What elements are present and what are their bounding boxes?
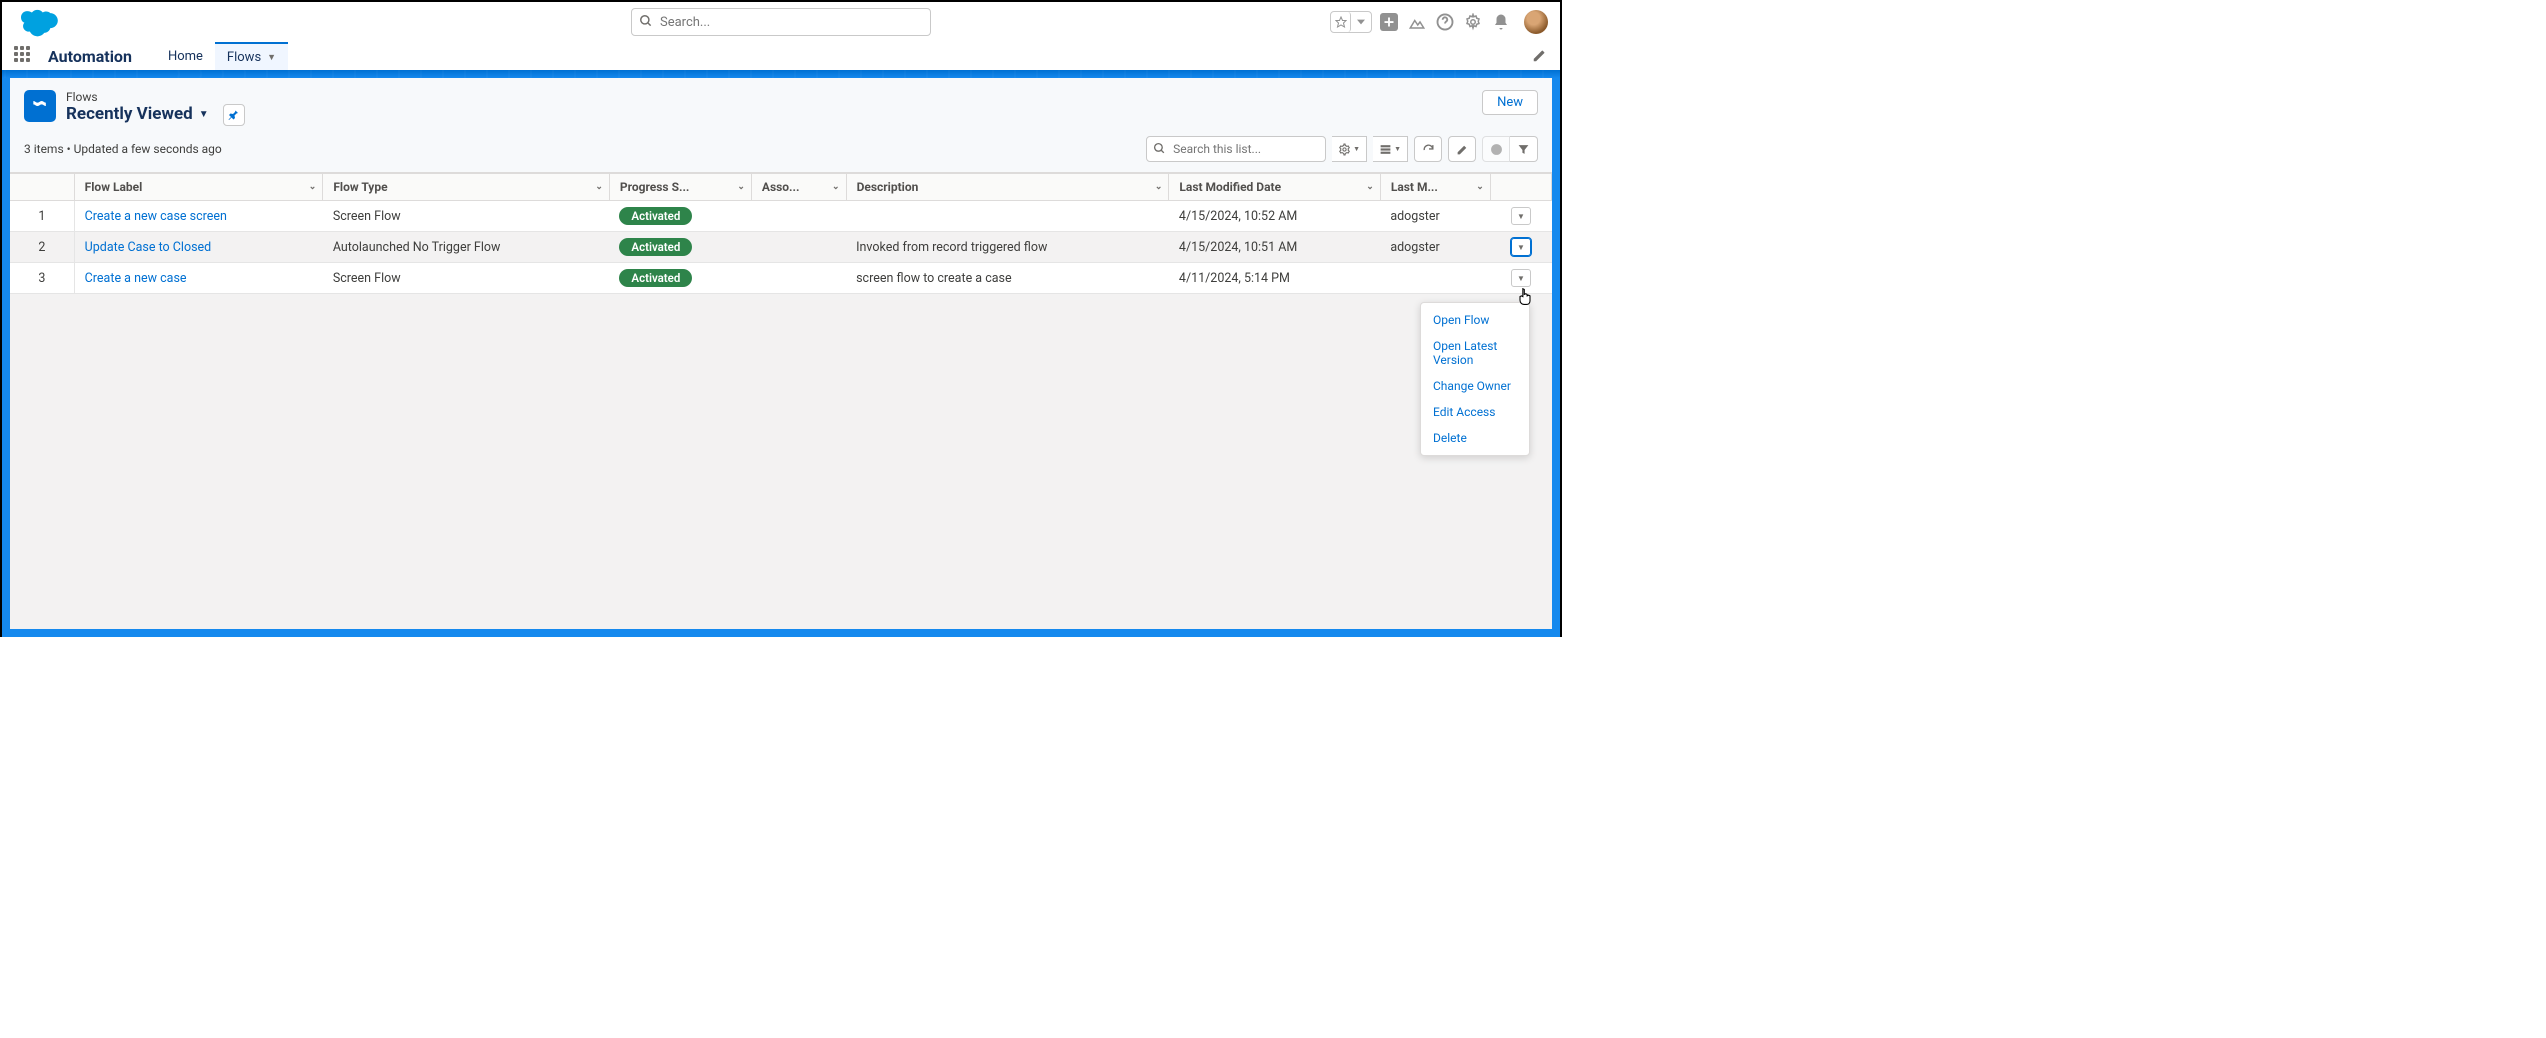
date-cell: 4/11/2024, 5:14 PM xyxy=(1169,263,1380,294)
row-actions-menu: Open Flow Open Latest Version Change Own… xyxy=(1420,302,1530,456)
status-pill: Activated xyxy=(619,269,692,287)
desc-cell: screen flow to create a case xyxy=(846,263,1169,294)
chevron-down-icon: ▼ xyxy=(199,109,209,120)
trailhead-icon[interactable] xyxy=(1406,11,1428,33)
search-icon xyxy=(639,14,653,28)
menu-item-edit-access[interactable]: Edit Access xyxy=(1421,399,1529,425)
favorite-dropdown-icon[interactable] xyxy=(1351,12,1371,32)
object-breadcrumb: Flows xyxy=(66,90,209,104)
chevron-down-icon[interactable]: ⌄ xyxy=(309,182,317,192)
col-flow-type[interactable]: Flow Type⌄ xyxy=(323,174,610,201)
menu-item-change-owner[interactable]: Change Owner xyxy=(1421,373,1529,399)
edit-list-pencil-icon[interactable] xyxy=(1448,136,1476,162)
asso-cell xyxy=(751,263,846,294)
header-actions xyxy=(1330,10,1548,34)
col-row-number xyxy=(10,174,74,201)
status-pill: Activated xyxy=(619,207,692,225)
table-row[interactable]: 2 Update Case to Closed Autolaunched No … xyxy=(10,232,1552,263)
col-description[interactable]: Description⌄ xyxy=(846,174,1169,201)
salesforce-logo[interactable] xyxy=(14,7,58,37)
add-icon[interactable] xyxy=(1378,11,1400,33)
new-button[interactable]: New xyxy=(1482,90,1538,115)
decorative-band xyxy=(2,70,1560,78)
desc-cell xyxy=(846,201,1169,232)
app-nav: Automation Home Flows ▼ xyxy=(2,42,1560,70)
app-launcher-icon[interactable] xyxy=(14,46,34,66)
flows-table: Flow Label⌄ Flow Type⌄ Progress S...⌄ As… xyxy=(10,173,1552,294)
nav-item-label: Flows xyxy=(227,50,261,65)
asso-cell xyxy=(751,232,846,263)
list-status-text: 3 items • Updated a few seconds ago xyxy=(24,142,222,156)
table-row[interactable]: 1 Create a new case screen Screen Flow A… xyxy=(10,201,1552,232)
row-number: 1 xyxy=(10,201,74,232)
global-header xyxy=(2,2,1560,42)
flow-label-link[interactable]: Update Case to Closed xyxy=(85,240,212,255)
chevron-down-icon[interactable]: ⌄ xyxy=(595,182,603,192)
date-cell: 4/15/2024, 10:52 AM xyxy=(1169,201,1380,232)
list-view-name[interactable]: Recently Viewed ▼ xyxy=(66,104,209,124)
date-cell: 4/15/2024, 10:51 AM xyxy=(1169,232,1380,263)
flow-type-cell: Screen Flow xyxy=(323,201,610,232)
filter-icon[interactable] xyxy=(1510,136,1538,162)
row-actions-button[interactable]: ▼ xyxy=(1511,238,1531,256)
row-actions-button[interactable]: ▼ xyxy=(1511,269,1531,287)
flow-type-cell: Autolaunched No Trigger Flow xyxy=(323,232,610,263)
flow-type-cell: Screen Flow xyxy=(323,263,610,294)
nav-item-home[interactable]: Home xyxy=(156,42,215,70)
notifications-bell-icon[interactable] xyxy=(1490,11,1512,33)
desc-cell: Invoked from record triggered flow xyxy=(846,232,1169,263)
status-pill: Activated xyxy=(619,238,692,256)
menu-item-delete[interactable]: Delete xyxy=(1421,425,1529,451)
page-body: Flows Recently Viewed ▼ New 3 items • Up… xyxy=(2,78,1560,637)
chevron-down-icon[interactable]: ⌄ xyxy=(832,182,840,192)
nav-item-flows[interactable]: Flows ▼ xyxy=(215,42,288,70)
favorites-group xyxy=(1330,11,1372,33)
row-number: 2 xyxy=(10,232,74,263)
col-last-modified-by[interactable]: Last M...⌄ xyxy=(1380,174,1490,201)
refresh-icon[interactable] xyxy=(1414,136,1442,162)
app-name: Automation xyxy=(48,47,132,66)
mod-cell: adogster xyxy=(1380,201,1490,232)
col-associated[interactable]: Asso...⌄ xyxy=(751,174,846,201)
chevron-down-icon[interactable]: ⌄ xyxy=(1366,182,1374,192)
flow-label-link[interactable]: Create a new case xyxy=(85,271,187,286)
list-view-label: Recently Viewed xyxy=(66,104,193,124)
global-search-wrap xyxy=(631,8,931,36)
mod-cell xyxy=(1380,263,1490,294)
mod-cell: adogster xyxy=(1380,232,1490,263)
row-number: 3 xyxy=(10,263,74,294)
asso-cell xyxy=(751,201,846,232)
display-as-table-icon[interactable]: ▼ xyxy=(1373,136,1408,162)
pin-list-button[interactable] xyxy=(223,104,245,126)
chart-icon[interactable] xyxy=(1482,136,1510,162)
edit-nav-pencil-icon[interactable] xyxy=(1532,49,1546,63)
favorite-star-icon[interactable] xyxy=(1331,12,1351,32)
list-settings-gear-icon[interactable]: ▼ xyxy=(1332,136,1367,162)
menu-item-open-latest-version[interactable]: Open Latest Version xyxy=(1421,333,1529,373)
col-last-modified-date[interactable]: Last Modified Date⌄ xyxy=(1169,174,1380,201)
flow-label-link[interactable]: Create a new case screen xyxy=(85,209,227,224)
search-list-input[interactable] xyxy=(1146,136,1326,162)
user-avatar[interactable] xyxy=(1524,10,1548,34)
col-actions xyxy=(1490,174,1551,201)
chevron-down-icon[interactable]: ⌄ xyxy=(737,182,745,192)
list-toolbar: ▼ ▼ xyxy=(1146,136,1538,162)
menu-item-open-flow[interactable]: Open Flow xyxy=(1421,307,1529,333)
col-progress-status[interactable]: Progress S...⌄ xyxy=(609,174,751,201)
table-row[interactable]: 3 Create a new case Screen Flow Activate… xyxy=(10,263,1552,294)
search-list-wrap xyxy=(1146,136,1326,162)
list-header: Flows Recently Viewed ▼ New 3 items • Up… xyxy=(10,78,1552,173)
chevron-down-icon[interactable]: ⌄ xyxy=(1476,182,1484,192)
chevron-down-icon[interactable]: ▼ xyxy=(267,52,276,63)
col-flow-label[interactable]: Flow Label⌄ xyxy=(74,174,323,201)
help-icon[interactable] xyxy=(1434,11,1456,33)
search-icon xyxy=(1153,142,1166,155)
chevron-down-icon[interactable]: ⌄ xyxy=(1155,182,1163,192)
global-search-input[interactable] xyxy=(631,8,931,36)
flow-object-icon xyxy=(24,90,56,122)
row-actions-button[interactable]: ▼ xyxy=(1511,207,1531,225)
setup-gear-icon[interactable] xyxy=(1462,11,1484,33)
